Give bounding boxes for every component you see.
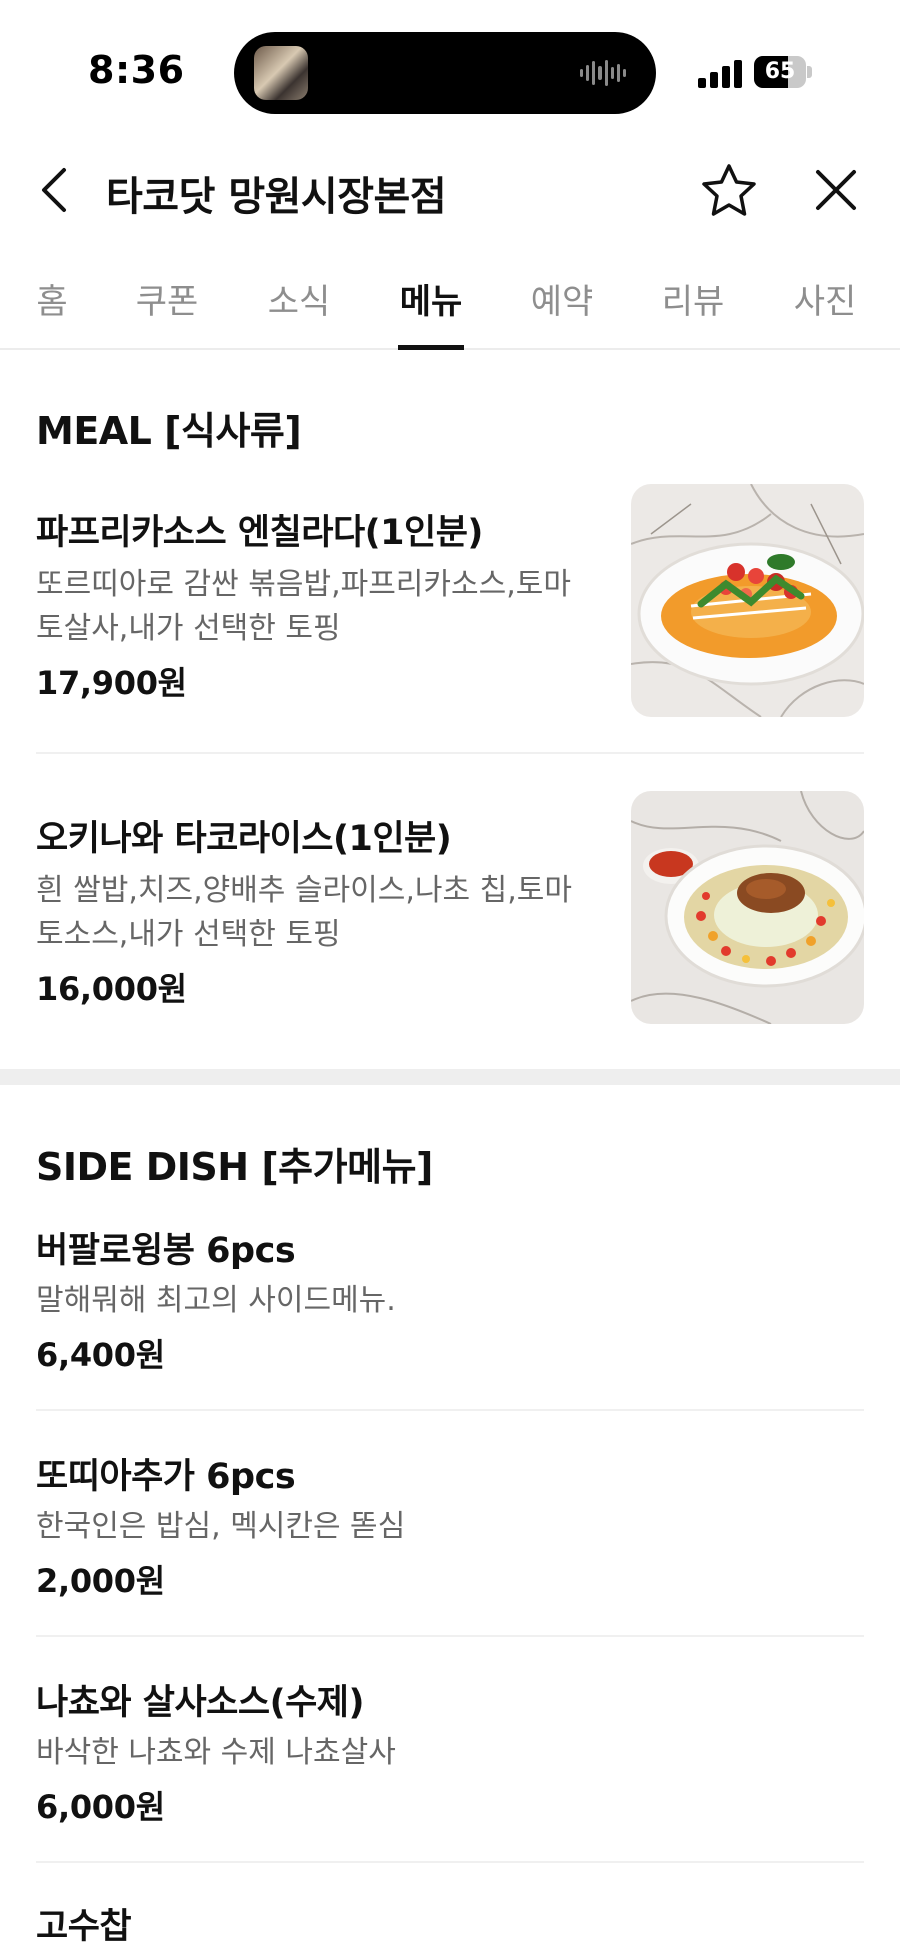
menu-item-name: 파프리카소스 엔칠라다(1인분) <box>36 513 483 553</box>
battery-percent: 65 <box>764 59 796 84</box>
tab-photo[interactable]: 사진 <box>792 274 858 350</box>
menu-item-desc: 흰 쌀밥,치즈,양배추 슬라이스,나초 칩,토마 <box>36 873 572 908</box>
page-title: 타코닷 망원시장본점 <box>106 174 447 220</box>
status-time: 8:36 <box>88 48 185 92</box>
menu-item-price: 16,000원 <box>36 970 187 1008</box>
menu-item-name: 버팔로윙봉 6pcs <box>36 1231 296 1271</box>
food-photo-taco-rice[interactable] <box>631 791 864 1024</box>
menu-item-name: 고수찹 <box>36 1907 132 1947</box>
tab-coupon[interactable]: 쿠폰 <box>134 274 200 350</box>
battery-icon: 65 <box>754 56 812 88</box>
menu-item-name: 또띠아추가 6pcs <box>36 1457 296 1497</box>
audio-waveform-icon <box>580 57 626 89</box>
menu-item-desc: 말해뭐해 최고의 사이드메뉴. <box>36 1283 396 1318</box>
tab-menu[interactable]: 메뉴 <box>398 274 464 350</box>
tab-home[interactable]: 홈 <box>30 274 74 350</box>
divider <box>36 1861 864 1863</box>
divider <box>36 752 864 754</box>
menu-item-price: 6,000원 <box>36 1788 165 1826</box>
section-title-side-dish: SIDE DISH [추가메뉴] <box>36 1145 433 1189</box>
food-photo-enchilada[interactable] <box>631 484 864 717</box>
section-divider <box>0 1069 900 1085</box>
menu-item-desc: 토살사,내가 선택한 토핑 <box>36 611 341 646</box>
menu-item-name: 오키나와 타코라이스(1인분) <box>36 819 452 859</box>
cellular-signal-icon <box>698 60 742 88</box>
tab-news[interactable]: 소식 <box>266 274 332 350</box>
star-outline-icon <box>702 164 756 216</box>
now-playing-thumbnail <box>254 46 308 100</box>
close-icon <box>816 170 856 210</box>
dynamic-island[interactable] <box>234 32 656 114</box>
menu-item-price: 17,900원 <box>36 664 187 702</box>
chevron-left-icon <box>42 168 66 212</box>
tab-bar: 홈 쿠폰 소식 메뉴 예약 리뷰 사진 <box>0 262 900 350</box>
tab-review[interactable]: 리뷰 <box>660 274 726 350</box>
menu-item-desc: 한국인은 밥심, 멕시칸은 똗심 <box>36 1509 406 1544</box>
menu-item-desc: 또르띠아로 감싼 볶음밥,파프리카소스,토마 <box>36 567 571 602</box>
menu-item-name: 나쵸와 살사소스(수제) <box>36 1683 364 1723</box>
header: 타코닷 망원시장본점 <box>0 140 900 240</box>
menu-item-price: 2,000원 <box>36 1562 165 1600</box>
back-button[interactable] <box>30 162 86 218</box>
enchilada-image <box>631 484 864 717</box>
divider <box>36 1409 864 1411</box>
favorite-button[interactable] <box>698 160 760 222</box>
menu-item-price: 6,400원 <box>36 1336 165 1374</box>
taco-rice-image <box>631 791 864 1024</box>
status-bar: 8:36 65 <box>0 0 900 130</box>
menu-item-desc: 바삭한 나쵸와 수제 나쵸살사 <box>36 1735 396 1770</box>
section-title-meal: MEAL [식사류] <box>36 409 302 453</box>
divider <box>36 1635 864 1637</box>
tab-reservation[interactable]: 예약 <box>529 274 595 350</box>
menu-item-desc: 토소스,내가 선택한 토핑 <box>36 917 341 952</box>
close-button[interactable] <box>808 162 864 218</box>
